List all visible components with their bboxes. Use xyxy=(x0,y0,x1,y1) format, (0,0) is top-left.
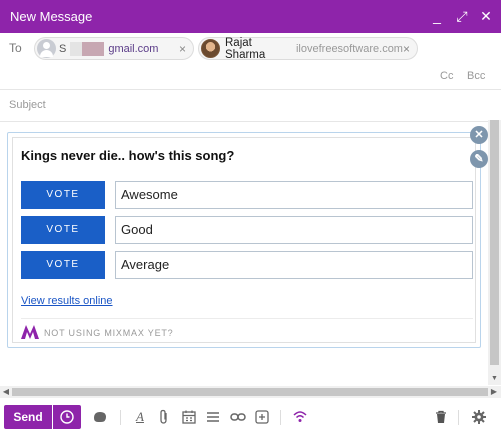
poll-option-row: VOTE Average xyxy=(21,251,473,281)
close-icon[interactable]: ✕ xyxy=(477,6,495,26)
format-text-icon[interactable]: A xyxy=(132,409,148,425)
divider xyxy=(21,318,473,319)
remove-recipient-icon[interactable]: × xyxy=(179,42,186,56)
maximize-icon[interactable]: ⤢ xyxy=(453,6,471,26)
divider xyxy=(120,410,121,425)
recipient-email: ilovefreesoftware.com xyxy=(295,42,403,55)
recipient-chip[interactable]: S gmail.com × xyxy=(34,37,194,60)
mixmax-promo-link[interactable]: NOT USING MIXMAX YET? xyxy=(44,328,174,338)
scrollbar-thumb[interactable] xyxy=(12,388,488,396)
attach-icon[interactable] xyxy=(156,409,172,425)
divider xyxy=(458,410,459,425)
recipient-name: S xyxy=(59,42,67,55)
scroll-down-icon[interactable]: ▼ xyxy=(490,375,499,383)
poll-card: Kings never die.. how's this song? VOTE … xyxy=(12,137,476,343)
poll-question: Kings never die.. how's this song? xyxy=(21,148,235,163)
divider xyxy=(280,410,281,425)
compose-toolbar: Send A xyxy=(0,401,501,433)
recipient-email: gmail.com xyxy=(108,42,159,55)
mixmax-logo-icon xyxy=(21,325,39,339)
tracking-icon[interactable] xyxy=(292,409,308,425)
poll-option-row: VOTE Awesome xyxy=(21,181,473,211)
divider xyxy=(0,89,501,90)
bcc-button[interactable]: Bcc xyxy=(467,70,485,82)
schedule-clock-icon[interactable] xyxy=(53,405,81,429)
calendar-icon[interactable] xyxy=(181,409,197,425)
vote-button[interactable]: VOTE xyxy=(21,216,105,244)
vertical-scrollbar[interactable]: ▼ xyxy=(488,120,501,385)
redaction-block xyxy=(70,41,105,56)
send-button[interactable]: Send xyxy=(4,405,52,429)
settings-icon[interactable] xyxy=(471,409,487,425)
edit-pencil-icon[interactable]: ✎ xyxy=(470,150,488,168)
recipient-chip[interactable]: Rajat Sharma ilovefreesoftware.com × xyxy=(198,36,418,61)
window-title: New Message xyxy=(10,9,93,24)
poll-widget: Kings never die.. how's this song? VOTE … xyxy=(7,132,481,348)
list-icon[interactable] xyxy=(205,409,221,425)
minimize-icon[interactable]: _ xyxy=(428,6,446,26)
scroll-right-icon[interactable]: ▶ xyxy=(489,387,499,397)
scroll-left-icon[interactable]: ◀ xyxy=(1,387,11,397)
scrollbar-thumb[interactable] xyxy=(490,120,499,365)
vote-button[interactable]: VOTE xyxy=(21,181,105,209)
poll-option: Good xyxy=(115,216,473,244)
person-icon xyxy=(37,39,56,58)
view-results-link[interactable]: View results online xyxy=(21,295,113,307)
remove-recipient-icon[interactable]: × xyxy=(403,42,410,56)
subject-field[interactable]: Subject xyxy=(9,99,46,111)
horizontal-scrollbar[interactable]: ◀ ▶ xyxy=(0,386,501,398)
insert-icon[interactable] xyxy=(254,409,270,425)
cc-button[interactable]: Cc xyxy=(440,70,453,82)
compose-titlebar: New Message _ ⤢ ✕ xyxy=(0,0,501,33)
poll-option-row: VOTE Good xyxy=(21,216,473,246)
recipient-name: Rajat Sharma xyxy=(225,36,266,61)
templates-icon[interactable] xyxy=(92,409,108,425)
link-icon[interactable] xyxy=(230,409,246,425)
trash-icon[interactable] xyxy=(433,409,449,425)
poll-option: Awesome xyxy=(115,181,473,209)
close-icon[interactable]: ✕ xyxy=(470,126,488,144)
to-label: To xyxy=(9,41,22,55)
divider xyxy=(0,121,501,122)
vote-button[interactable]: VOTE xyxy=(21,251,105,279)
avatar xyxy=(201,39,220,58)
to-row: To S gmail.com × Rajat Sharma ilovefrees… xyxy=(0,33,501,89)
poll-option: Average xyxy=(115,251,473,279)
